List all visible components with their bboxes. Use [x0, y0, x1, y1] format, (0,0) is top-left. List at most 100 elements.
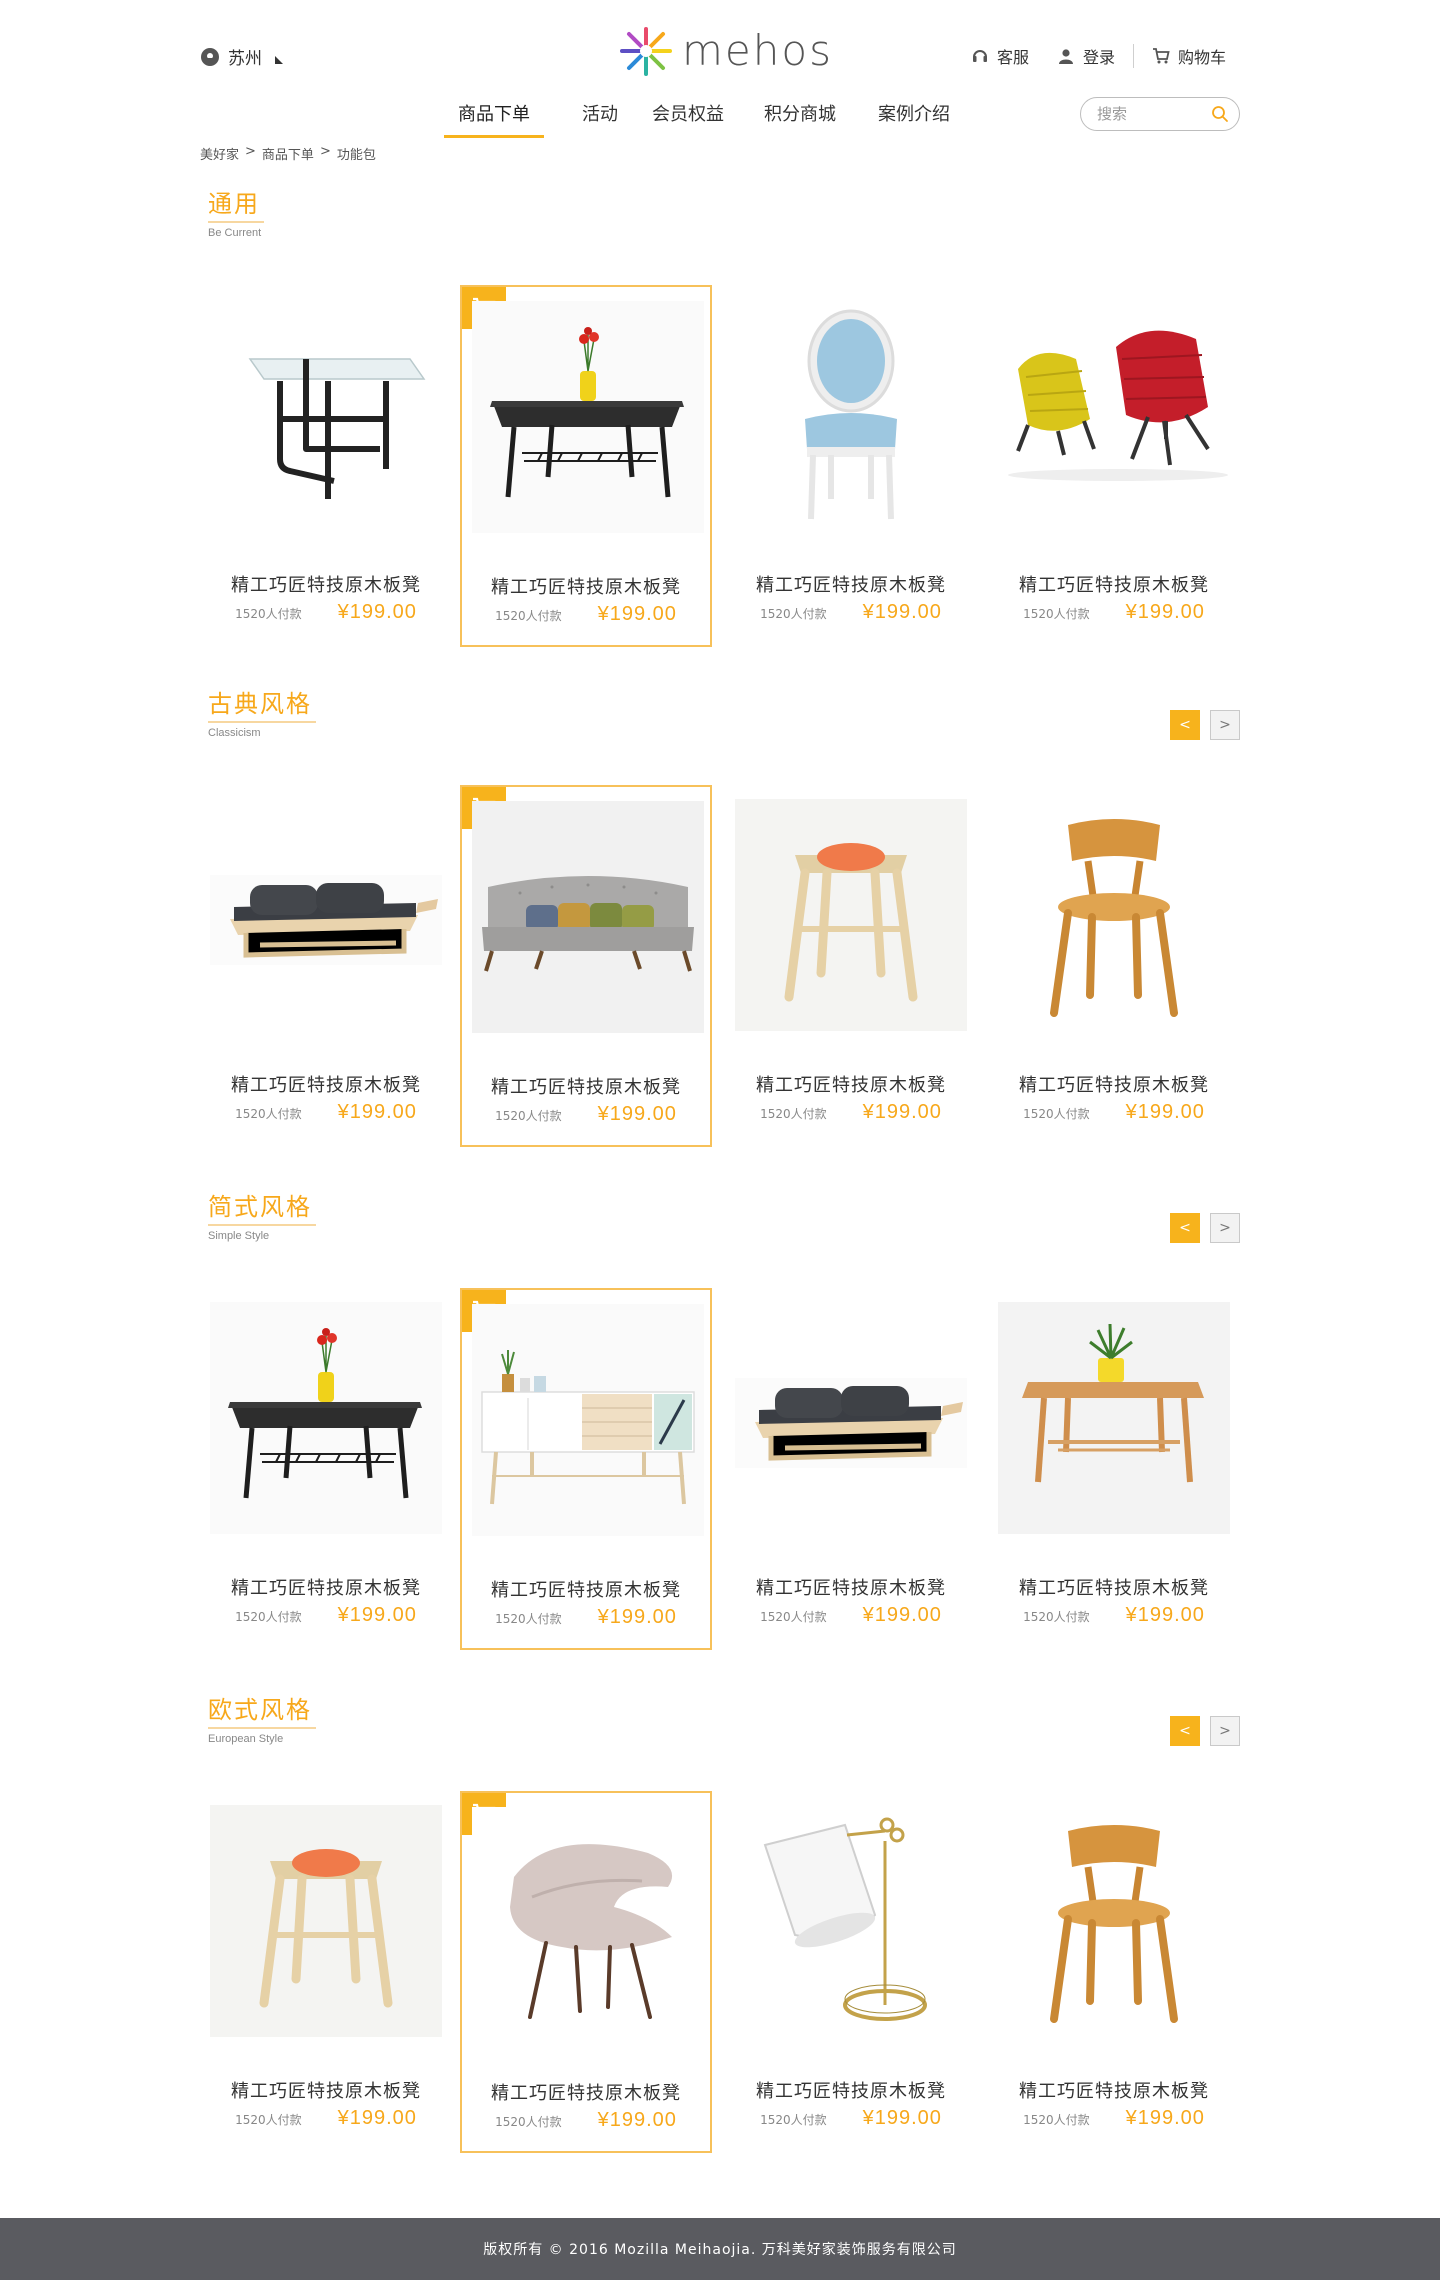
customer-service-link[interactable]: 客服 — [957, 44, 1043, 68]
product-image[interactable] — [210, 299, 442, 531]
product-image[interactable] — [998, 799, 1230, 1031]
section-subtitle: Simple Style — [208, 1229, 270, 1242]
product-name[interactable]: 精工巧匠特技原木板凳 — [462, 1576, 710, 1602]
product-image[interactable] — [472, 801, 704, 1033]
product-card[interactable]: 精工巧匠特技原木板凳 1520人付款 ¥199.00 — [725, 1791, 977, 2153]
logo-burst-icon — [620, 27, 672, 76]
cart-link[interactable]: 购物车 — [1138, 44, 1240, 68]
product-name[interactable]: 精工巧匠特技原木板凳 — [200, 1071, 452, 1097]
section-pager: < > — [1170, 710, 1240, 740]
product-name[interactable]: 精工巧匠特技原木板凳 — [988, 1071, 1240, 1097]
product-image[interactable] — [735, 299, 967, 531]
next-page-button[interactable]: > — [1210, 710, 1240, 740]
product-card[interactable]: 精工巧匠特技原木板凳 1520人付款 ¥199.00 — [988, 285, 1240, 647]
service-label: 客服 — [996, 48, 1029, 67]
product-name[interactable]: 精工巧匠特技原木板凳 — [725, 1574, 977, 1600]
cart-icon — [1152, 48, 1170, 64]
product-meta: 1520人付款 ¥199.00 — [462, 1103, 710, 1126]
product-image[interactable] — [210, 799, 442, 1031]
search-input[interactable] — [1097, 105, 1211, 123]
product-card[interactable]: 精工巧匠特技原木板凳 1520人付款 ¥199.00 — [725, 285, 977, 647]
login-link[interactable]: 登录 — [1043, 44, 1129, 68]
product-image[interactable] — [735, 1805, 967, 2037]
product-card[interactable]: 精工巧匠特技原木板凳 1520人付款 ¥199.00 — [460, 1791, 712, 2153]
caret-down-icon — [275, 55, 283, 64]
product-image[interactable] — [210, 1805, 442, 2037]
sold-count: 1520人付款 — [495, 2115, 562, 2129]
sold-count: 1520人付款 — [235, 2113, 302, 2127]
prev-page-button[interactable]: < — [1170, 710, 1200, 740]
site-logo[interactable]: mehos — [616, 24, 833, 78]
sold-count: 1520人付款 — [760, 607, 827, 621]
product-name[interactable]: 精工巧匠特技原木板凳 — [988, 571, 1240, 597]
product-price: ¥199.00 — [862, 1604, 942, 1626]
product-card[interactable]: 精工巧匠特技原木板凳 1520人付款 ¥199.00 — [725, 1288, 977, 1650]
product-card[interactable]: 精工巧匠特技原木板凳 1520人付款 ¥199.00 — [200, 285, 452, 647]
breadcrumb-order[interactable]: 商品下单 — [262, 144, 314, 163]
search-box — [1080, 97, 1240, 131]
product-card[interactable]: 精工巧匠特技原木板凳 1520人付款 ¥199.00 — [200, 1288, 452, 1650]
product-card[interactable]: 精工巧匠特技原木板凳 1520人付款 ¥199.00 — [200, 1791, 452, 2153]
breadcrumb-home[interactable]: 美好家 — [200, 144, 239, 163]
product-image[interactable] — [472, 1807, 704, 2039]
product-image[interactable] — [998, 299, 1230, 531]
product-name[interactable]: 精工巧匠特技原木板凳 — [462, 2079, 710, 2105]
product-meta: 1520人付款 ¥199.00 — [988, 2107, 1240, 2130]
city-selector[interactable]: 苏州 — [200, 44, 284, 69]
wood-chair-image — [998, 1805, 1230, 2037]
search-icon[interactable] — [1211, 105, 1229, 123]
product-card[interactable]: 精工巧匠特技原木板凳 1520人付款 ¥199.00 — [988, 785, 1240, 1147]
product-name[interactable]: 精工巧匠特技原木板凳 — [200, 2077, 452, 2103]
product-image[interactable] — [735, 799, 967, 1031]
product-grid: 精工巧匠特技原木板凳 1520人付款 ¥199.00 精工巧匠特技原木板凳 1520人… — [200, 1791, 1240, 2153]
daybed-image — [210, 799, 442, 1031]
product-card[interactable]: 精工巧匠特技原木板凳 1520人付款 ¥199.00 — [460, 1288, 712, 1650]
product-image[interactable] — [735, 1302, 967, 1534]
product-name[interactable]: 精工巧匠特技原木板凳 — [988, 2077, 1240, 2103]
product-card[interactable]: 精工巧匠特技原木板凳 1520人付款 ¥199.00 — [460, 785, 712, 1147]
product-price: ¥199.00 — [862, 1101, 942, 1123]
prev-page-button[interactable]: < — [1170, 1213, 1200, 1243]
product-card[interactable]: 精工巧匠特技原木板凳 1520人付款 ¥199.00 — [200, 785, 452, 1147]
product-price: ¥199.00 — [597, 1606, 677, 1628]
product-card[interactable]: 精工巧匠特技原木板凳 1520人付款 ¥199.00 — [988, 1791, 1240, 2153]
product-image[interactable] — [998, 1302, 1230, 1534]
product-image[interactable] — [210, 1302, 442, 1534]
product-image[interactable] — [998, 1805, 1230, 2037]
top-links: 客服 登录 购物车 — [957, 44, 1240, 68]
product-card[interactable]: 精工巧匠特技原木板凳 1520人付款 ¥199.00 — [725, 785, 977, 1147]
nav-item-activity[interactable]: 活动 — [580, 92, 620, 138]
next-page-button[interactable]: > — [1210, 1213, 1240, 1243]
product-name[interactable]: 精工巧匠特技原木板凳 — [200, 571, 452, 597]
product-image[interactable] — [472, 1304, 704, 1536]
nav-item-points-mall[interactable]: 积分商城 — [762, 92, 838, 138]
sold-count: 1520人付款 — [495, 1612, 562, 1626]
product-meta: 1520人付款 ¥199.00 — [200, 1604, 452, 1627]
product-card[interactable]: 精工巧匠特技原木板凳 1520人付款 ¥199.00 — [460, 285, 712, 647]
product-name[interactable]: 精工巧匠特技原木板凳 — [462, 1073, 710, 1099]
breadcrumb-separator: > — [245, 144, 256, 159]
divider — [1132, 44, 1134, 68]
product-name[interactable]: 精工巧匠特技原木板凳 — [725, 571, 977, 597]
section-subtitle: Be Current — [208, 226, 262, 239]
prev-page-button[interactable]: < — [1170, 1716, 1200, 1746]
section-subtitle: European Style — [208, 1732, 284, 1745]
product-name[interactable]: 精工巧匠特技原木板凳 — [725, 1071, 977, 1097]
sold-count: 1520人付款 — [760, 1107, 827, 1121]
product-section: 简式风格 Simple Style < > 精工巧匠特技原木板凳 1520人付款 ¥199… — [200, 1193, 1240, 1653]
product-name[interactable]: 精工巧匠特技原木板凳 — [462, 573, 710, 599]
product-image[interactable] — [472, 301, 704, 533]
next-page-button[interactable]: > — [1210, 1716, 1240, 1746]
breadcrumb-separator: > — [319, 144, 331, 159]
city-label: 苏州 — [228, 49, 262, 69]
product-name[interactable]: 精工巧匠特技原木板凳 — [725, 2077, 977, 2103]
nav-item-membership[interactable]: 会员权益 — [650, 92, 726, 138]
lounge-chairs-image — [998, 299, 1230, 531]
product-name[interactable]: 精工巧匠特技原木板凳 — [200, 1574, 452, 1600]
product-card[interactable]: 精工巧匠特技原木板凳 1520人付款 ¥199.00 — [988, 1288, 1240, 1650]
product-name[interactable]: 精工巧匠特技原木板凳 — [988, 1574, 1240, 1600]
nav-item-cases[interactable]: 案例介绍 — [876, 92, 952, 138]
glass-table-image — [210, 299, 442, 531]
nav-item-order[interactable]: 商品下单 — [444, 92, 544, 138]
wood-stool-image — [210, 1805, 442, 2037]
